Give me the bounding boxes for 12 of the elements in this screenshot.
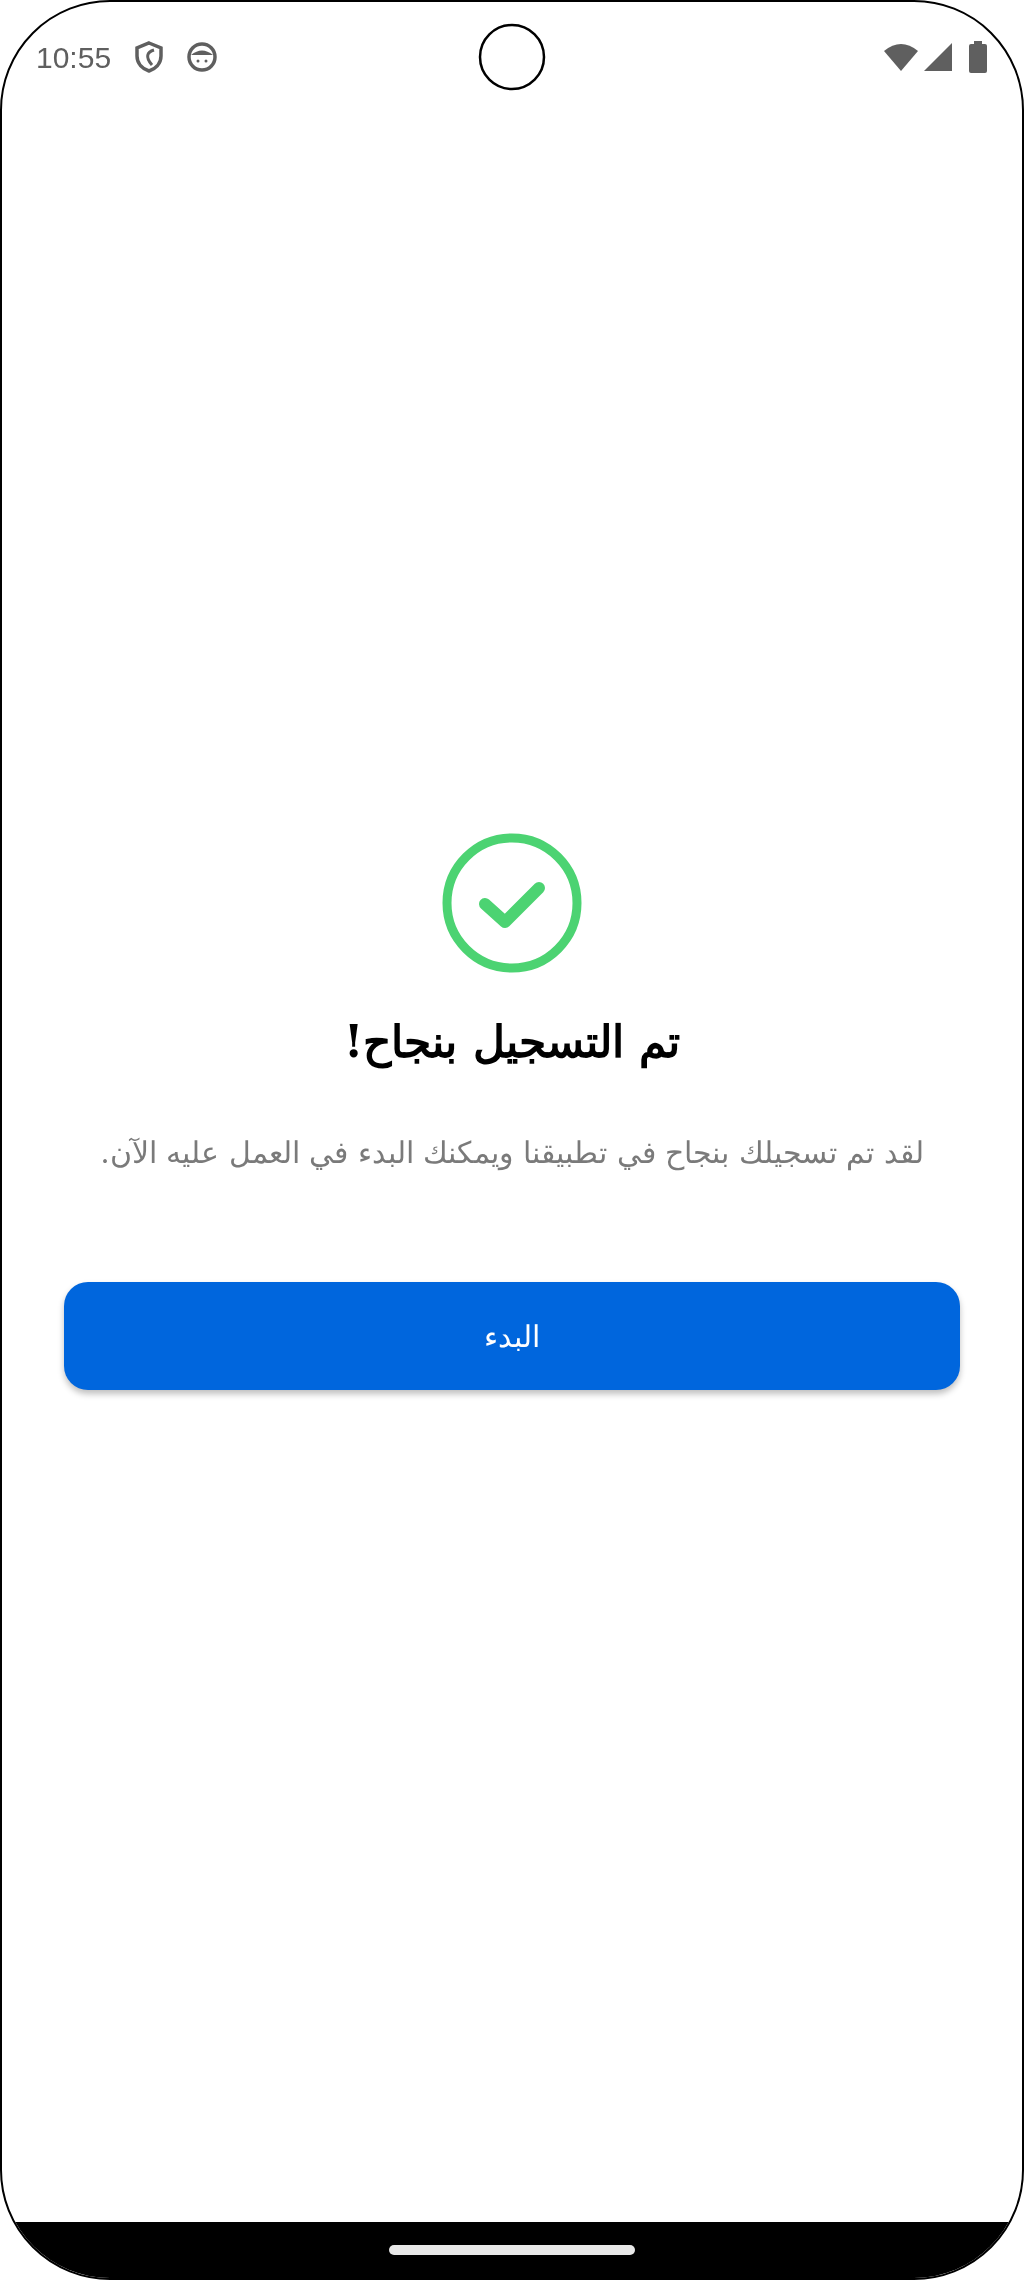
success-check-icon (441, 832, 583, 974)
status-time: 10:55 (36, 39, 112, 76)
signal-icon (924, 43, 952, 71)
camera-cutout-icon (478, 23, 546, 91)
shield-icon (135, 41, 164, 73)
battery-icon (968, 41, 988, 73)
start-button[interactable]: البدء (64, 1282, 960, 1390)
face-icon (187, 42, 218, 72)
success-message: لقد تم تسجيلك بنجاح في تطبيقنا ويمكنك البدء في العمل عليه الآن. (100, 1134, 924, 1173)
wifi-icon (884, 43, 918, 71)
success-title: تم التسجيل بنجاح! (344, 1015, 680, 1071)
home-indicator[interactable] (389, 2245, 635, 2255)
